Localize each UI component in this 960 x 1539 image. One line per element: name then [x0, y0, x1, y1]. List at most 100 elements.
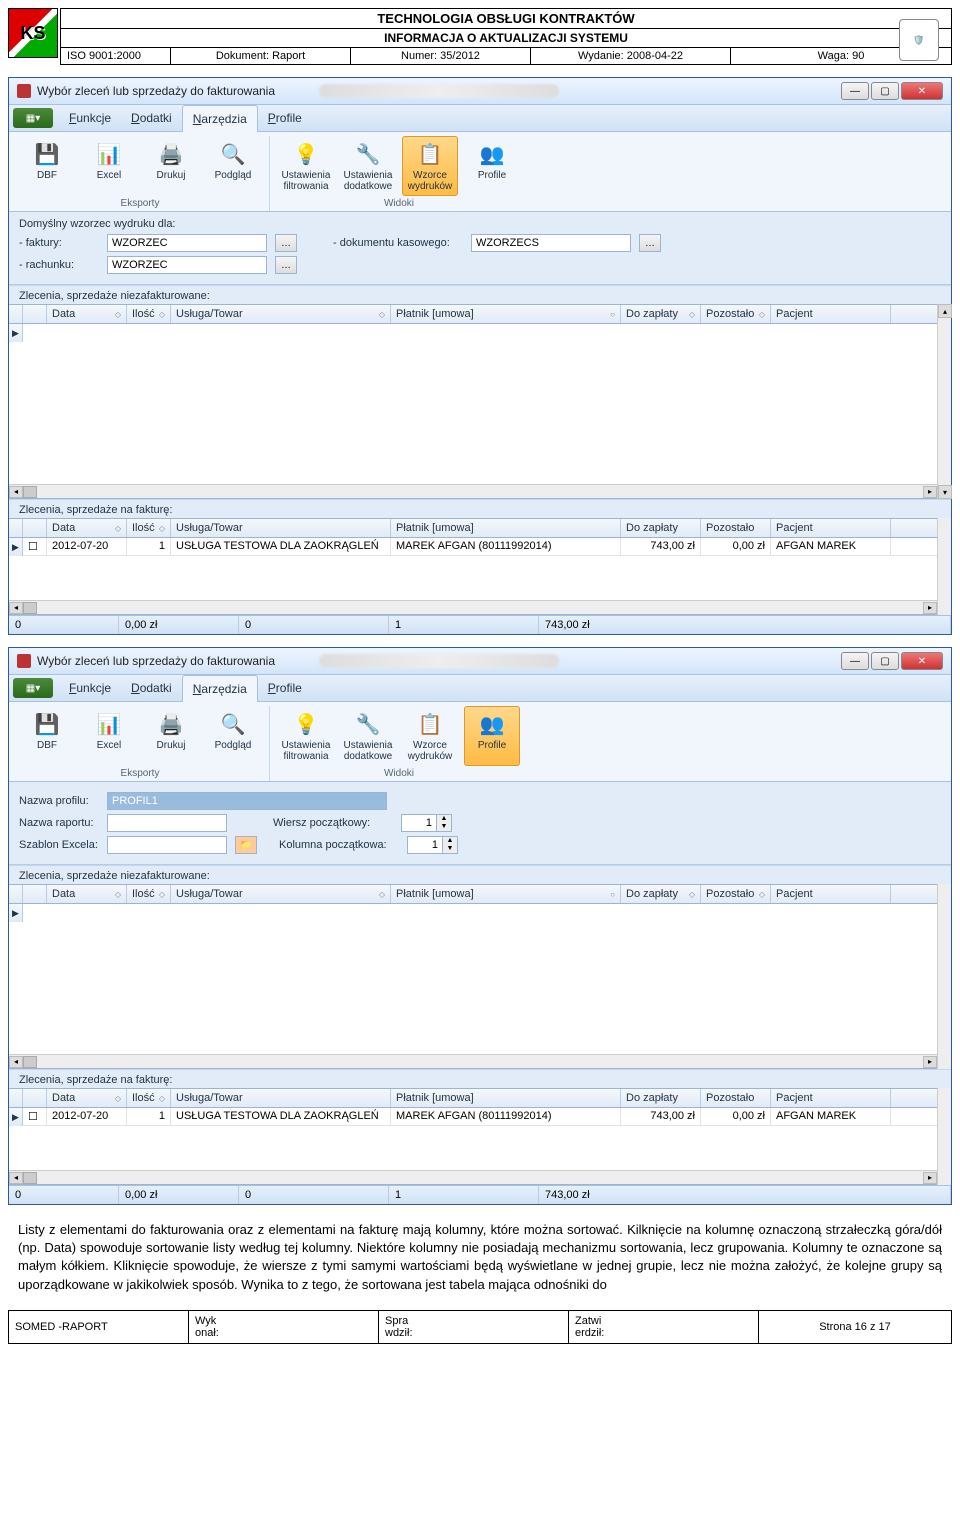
table-row[interactable]: ☐ 2012-07-20 1 USŁUGA TESTOWA DLA ZAOKRĄ… — [9, 1108, 937, 1126]
spinner-kolumna[interactable]: ▲▼ — [407, 836, 458, 854]
titlebar-blur — [319, 84, 559, 98]
grid2-head: Data◇ Ilość◇ Usługa/Towar Płatnik [umowa… — [9, 519, 937, 538]
window-profile: Wybór zleceń lub sprzedaży do fakturowan… — [8, 647, 952, 1205]
seal-icon: 🛡️ — [899, 19, 939, 61]
launcher-button[interactable]: ▦▾ — [13, 108, 53, 128]
close-button[interactable]: ✕ — [901, 82, 943, 100]
menu-funkcje-2[interactable]: Funkcje — [59, 675, 121, 701]
lookup-rachunku[interactable]: … — [275, 256, 297, 274]
menubar-2: ▦▾ Funkcje Dodatki Narzędzia Profile — [9, 675, 951, 702]
v-scrollbar[interactable]: ▴▾ — [937, 304, 951, 499]
launcher-button-2[interactable]: ▦▾ — [13, 678, 53, 698]
col-platnik[interactable]: Płatnik [umowa]○ — [391, 305, 621, 323]
ribbon-2: 💾DBF 📊Excel 🖨️Drukuj 🔍Podgląd Eksporty 💡… — [9, 702, 951, 782]
menu-profile-2[interactable]: Profile — [258, 675, 312, 701]
col-ilosc[interactable]: Ilość◇ — [127, 305, 171, 323]
ks-logo: KS — [8, 8, 58, 58]
input-rachunku[interactable] — [107, 256, 267, 274]
input-faktury[interactable] — [107, 234, 267, 252]
spin-up-icon[interactable]: ▲ — [437, 815, 451, 823]
ribbon-profile[interactable]: 👥Profile — [464, 136, 520, 196]
col-data[interactable]: Data◇ — [47, 305, 127, 323]
ribbon-dbf[interactable]: 💾DBF — [19, 136, 75, 196]
browse-szablon[interactable]: 📁 — [235, 836, 257, 854]
col-usluga[interactable]: Usługa/Towar◇ — [171, 305, 391, 323]
printer-icon: 🖨️ — [155, 140, 187, 168]
ribbon-podglad-2[interactable]: 🔍Podgląd — [205, 706, 261, 766]
spin-down-icon[interactable]: ▼ — [437, 823, 451, 831]
printer-icon: 🖨️ — [155, 710, 187, 738]
v-scrollbar-4[interactable] — [937, 1088, 951, 1185]
doc-header: 🛡️ TECHNOLOGIA OBSŁUGI KONTRAKTÓW INFORM… — [60, 8, 952, 65]
spin-up-icon[interactable]: ▲ — [443, 837, 457, 845]
h-scrollbar-4[interactable]: ◂▸ — [9, 1170, 937, 1184]
ribbon-drukuj[interactable]: 🖨️Drukuj — [143, 136, 199, 196]
v-scrollbar-2[interactable] — [937, 518, 951, 615]
label-wiersz: Wiersz początkowy: — [273, 817, 393, 829]
spinner-wiersz[interactable]: ▲▼ — [401, 814, 452, 832]
row-selector-3[interactable]: ▶ — [9, 904, 23, 922]
row-selector[interactable]: ▶ — [9, 324, 23, 342]
sort-icon: ◇ — [115, 310, 121, 319]
row-selector-2[interactable]: ▶ — [9, 538, 23, 556]
input-szablon[interactable] — [107, 836, 227, 854]
titlebar-blur-2 — [319, 654, 559, 668]
ribbon-ust-filtrowania[interactable]: 💡Ustawienia filtrowania — [278, 136, 334, 196]
h-scrollbar-2[interactable]: ◂▸ — [9, 600, 937, 614]
table-row[interactable]: ☐ 2012-07-20 1 USŁUGA TESTOWA DLA ZAOKRĄ… — [9, 538, 937, 556]
extra-settings-icon: 🔧 — [352, 140, 384, 168]
input-nazwa-raportu[interactable] — [107, 814, 227, 832]
doc-subtitle: INFORMACJA O AKTUALIZACJI SYSTEMU — [61, 29, 951, 48]
meta-wydanie: Wydanie: 2008-04-22 — [531, 48, 731, 64]
spin-down-icon[interactable]: ▼ — [443, 845, 457, 853]
lookup-faktury[interactable]: … — [275, 234, 297, 252]
ribbon-excel-2[interactable]: 📊Excel — [81, 706, 137, 766]
status-bar-2: 0 0,00 zł 0 1 743,00 zł — [9, 1185, 951, 1204]
ribbon-podglad[interactable]: 🔍Podgląd — [205, 136, 261, 196]
row-selector-4[interactable]: ▶ — [9, 1108, 23, 1126]
ribbon-ust-filtrowania-2[interactable]: 💡Ustawienia filtrowania — [278, 706, 334, 766]
maximize-button-2[interactable]: ▢ — [871, 652, 899, 670]
h-scrollbar-3[interactable]: ◂▸ — [9, 1054, 937, 1068]
status-bar: 0 0,00 zł 0 1 743,00 zł — [9, 615, 951, 634]
ribbon-drukuj-2[interactable]: 🖨️Drukuj — [143, 706, 199, 766]
v-scrollbar-3[interactable] — [937, 884, 951, 1069]
ribbon-ust-dodatkowe-2[interactable]: 🔧Ustawienia dodatkowe — [340, 706, 396, 766]
col-pozostalo[interactable]: Pozostało◇ — [701, 305, 771, 323]
col-zaplaty[interactable]: Do zapłaty◇ — [621, 305, 701, 323]
label-dokument: - dokumentu kasowego: — [333, 237, 463, 249]
window-title: Wybór zleceń lub sprzedaży do fakturowan… — [37, 84, 319, 98]
ribbon-profile-2[interactable]: 👥Profile — [464, 706, 520, 766]
extra-settings-icon: 🔧 — [352, 710, 384, 738]
close-button-2[interactable]: ✕ — [901, 652, 943, 670]
menu-dodatki[interactable]: Dodatki — [121, 105, 182, 131]
templates-icon: 📋 — [414, 710, 446, 738]
profile-icon: 👥 — [476, 710, 508, 738]
ribbon-excel[interactable]: 📊Excel — [81, 136, 137, 196]
minimize-button[interactable]: — — [841, 82, 869, 100]
ribbon-wzorce[interactable]: 📋Wzorce wydruków — [402, 136, 458, 196]
menu-narzedzia-2[interactable]: Narzędzia — [182, 675, 258, 702]
input-dokument[interactable] — [471, 234, 631, 252]
h-scrollbar[interactable]: ◂▸ — [9, 484, 937, 498]
titlebar-2: Wybór zleceń lub sprzedaży do fakturowan… — [9, 648, 951, 675]
col-pacjent[interactable]: Pacjent — [771, 305, 891, 323]
input-nazwa-profilu[interactable] — [107, 792, 387, 810]
section-niezafakturowane-2: Zlecenia, sprzedaże niezafakturowane: — [9, 865, 951, 884]
ribbon-dbf-2[interactable]: 💾DBF — [19, 706, 75, 766]
ribbon-ust-dodatkowe[interactable]: 🔧Ustawienia dodatkowe — [340, 136, 396, 196]
profile-icon: 👥 — [476, 140, 508, 168]
section-niezafakturowane: Zlecenia, sprzedaże niezafakturowane: — [9, 285, 951, 304]
menu-narzedzia[interactable]: Narzędzia — [182, 105, 258, 132]
minimize-button-2[interactable]: — — [841, 652, 869, 670]
grid1-head: Data◇ Ilość◇ Usługa/Towar◇ Płatnik [umow… — [9, 305, 937, 324]
maximize-button[interactable]: ▢ — [871, 82, 899, 100]
ribbon-wzorce-2[interactable]: 📋Wzorce wydruków — [402, 706, 458, 766]
menu-dodatki-2[interactable]: Dodatki — [121, 675, 182, 701]
label-nazwa-raportu: Nazwa raportu: — [19, 817, 99, 829]
menu-profile[interactable]: Profile — [258, 105, 312, 131]
filter-settings-icon: 💡 — [290, 140, 322, 168]
menu-funkcje[interactable]: Funkcje — [59, 105, 121, 131]
lookup-dokument[interactable]: … — [639, 234, 661, 252]
dbf-icon: 💾 — [31, 710, 63, 738]
